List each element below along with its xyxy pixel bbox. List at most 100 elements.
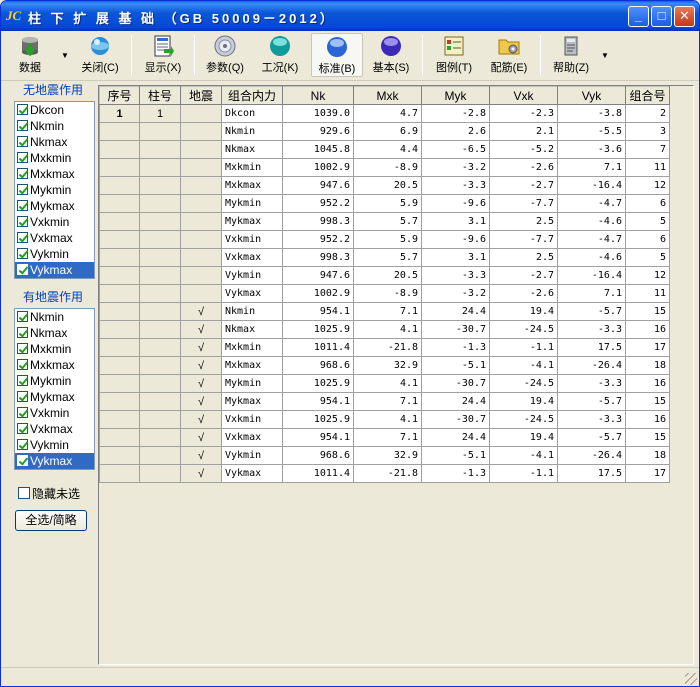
table-row[interactable]: Mykmin 952.2 5.9 -9.6 -7.7 -4.7 6 [99, 194, 670, 213]
non-seismic-item-vykmin[interactable]: Vykmin [15, 246, 94, 262]
table-row[interactable]: √ Vxkmin 1025.9 4.1 -30.7 -24.5 -3.3 16 [99, 410, 670, 429]
hide-unselected-box[interactable] [18, 487, 30, 499]
seismic-item-mxkmax[interactable]: Mxkmax [15, 357, 94, 373]
table-row[interactable]: √ Nkmin 954.1 7.1 24.4 19.4 -5.7 15 [99, 302, 670, 321]
resize-grip-icon[interactable] [685, 673, 697, 685]
table-row[interactable]: √ Nkmax 1025.9 4.1 -30.7 -24.5 -3.3 16 [99, 320, 670, 339]
checkbox-check-icon[interactable] [17, 439, 28, 450]
non-seismic-item-nkmax[interactable]: Nkmax [15, 134, 94, 150]
checkbox-check-icon[interactable] [17, 120, 28, 131]
table-row[interactable]: √ Mykmin 1025.9 4.1 -30.7 -24.5 -3.3 16 [99, 374, 670, 393]
maximize-button[interactable]: □ [651, 6, 672, 27]
non-seismic-item-vxkmax[interactable]: Vxkmax [15, 230, 94, 246]
table-row[interactable]: Vxkmin 952.2 5.9 -9.6 -7.7 -4.7 6 [99, 230, 670, 249]
table-row[interactable]: Vykmax 1002.9 -8.9 -3.2 -2.6 7.1 11 [99, 284, 670, 303]
workcase-button[interactable]: 工况(K) [255, 33, 305, 77]
checkbox-check-icon[interactable] [17, 359, 28, 370]
table-cell: √ [180, 428, 222, 447]
column-header-2[interactable]: 地震 [180, 86, 222, 105]
checkbox-check-icon[interactable] [17, 200, 28, 211]
seismic-item-mykmax[interactable]: Mykmax [15, 389, 94, 405]
non-seismic-item-mxkmax[interactable]: Mxkmax [15, 166, 94, 182]
column-header-4[interactable]: Nk [282, 86, 354, 105]
table-row[interactable]: Mykmax 998.3 5.7 3.1 2.5 -4.6 5 [99, 212, 670, 231]
checkbox-check-icon[interactable] [17, 248, 28, 259]
non-seismic-item-mykmin[interactable]: Mykmin [15, 182, 94, 198]
minimize-button[interactable]: _ [628, 6, 649, 27]
hide-unselected-checkbox[interactable]: 隐藏未选 [18, 485, 80, 502]
checkbox-check-icon[interactable] [17, 327, 28, 338]
help-dropdown-arrow-icon[interactable]: ▼ [601, 51, 609, 60]
seismic-item-nkmin[interactable]: Nkmin [15, 309, 94, 325]
seismic-item-mykmin[interactable]: Mykmin [15, 373, 94, 389]
table-row[interactable]: √ Mykmax 954.1 7.1 24.4 19.4 -5.7 15 [99, 392, 670, 411]
checkbox-check-icon[interactable] [17, 423, 28, 434]
checkbox-check-icon[interactable] [17, 455, 28, 466]
table-row[interactable]: Nkmax 1045.8 4.4 -6.5 -5.2 -3.6 7 [99, 140, 670, 159]
checkbox-check-icon[interactable] [17, 375, 28, 386]
table-row[interactable]: √ Mxkmax 968.6 32.9 -5.1 -4.1 -26.4 18 [99, 356, 670, 375]
data-dropdown-arrow-icon[interactable]: ▼ [61, 51, 69, 60]
table-row[interactable]: √ Vykmax 1011.4 -21.8 -1.3 -1.1 17.5 17 [99, 464, 670, 483]
table-row[interactable]: √ Vykmin 968.6 32.9 -5.1 -4.1 -26.4 18 [99, 446, 670, 465]
table-row[interactable]: Vxkmax 998.3 5.7 3.1 2.5 -4.6 5 [99, 248, 670, 267]
table-row[interactable]: Mxkmax 947.6 20.5 -3.3 -2.7 -16.4 12 [99, 176, 670, 195]
column-header-6[interactable]: Myk [421, 86, 490, 105]
column-header-7[interactable]: Vxk [489, 86, 558, 105]
close-button[interactable]: 关闭(C) [75, 33, 125, 77]
table-row[interactable]: Nkmin 929.6 6.9 2.6 2.1 -5.5 3 [99, 122, 670, 141]
title-bar[interactable]: JC 柱 下 扩 展 基 础 （GB 50009－2012） _ □ ✕ [1, 1, 699, 31]
display-button[interactable]: 显示(X) [139, 33, 187, 77]
checkbox-check-icon[interactable] [17, 343, 28, 354]
table-row[interactable]: Vykmin 947.6 20.5 -3.3 -2.7 -16.4 12 [99, 266, 670, 285]
results-grid[interactable]: 序号 柱号 地震 组合内力 Nk Mxk Myk Vxk Vyk 组合号 1 1 Dkcon 1039.… [98, 85, 694, 665]
seismic-item-vykmin[interactable]: Vykmin [15, 437, 94, 453]
column-header-9[interactable]: 组合号 [625, 86, 670, 105]
seismic-listbox[interactable]: Nkmin Nkmax Mxkmin Mxkmax Mykmin Mykmax Vxkmin… [14, 308, 95, 470]
checkbox-check-icon[interactable] [17, 136, 28, 147]
checkbox-check-icon[interactable] [17, 168, 28, 179]
close-window-button[interactable]: ✕ [674, 6, 695, 27]
params-button[interactable]: 参数(Q) [201, 33, 249, 77]
checkbox-check-icon[interactable] [17, 104, 28, 115]
non-seismic-item-nkmin[interactable]: Nkmin [15, 118, 94, 134]
basic-button[interactable]: 基本(S) [367, 33, 415, 77]
checkbox-check-icon[interactable] [17, 184, 28, 195]
table-row[interactable]: √ Vxkmax 954.1 7.1 24.4 19.4 -5.7 15 [99, 428, 670, 447]
non-seismic-item-dkcon[interactable]: Dkcon [15, 102, 94, 118]
non-seismic-listbox[interactable]: Dkcon Nkmin Nkmax Mxkmin Mxkmax Mykmin Mykmax V… [14, 101, 95, 279]
data-label: 数据 [19, 62, 41, 74]
column-header-3[interactable]: 组合内力 [221, 86, 283, 105]
checkbox-check-icon[interactable] [17, 152, 28, 163]
column-header-1[interactable]: 柱号 [139, 86, 181, 105]
help-button[interactable]: 帮助(Z) [547, 33, 595, 77]
checkbox-check-icon[interactable] [17, 391, 28, 402]
legend-button[interactable]: 图例(T) [429, 33, 479, 77]
table-cell [139, 464, 181, 483]
seismic-item-vxkmax[interactable]: Vxkmax [15, 421, 94, 437]
column-header-0[interactable]: 序号 [99, 86, 140, 105]
seismic-item-vxkmin[interactable]: Vxkmin [15, 405, 94, 421]
column-header-8[interactable]: Vyk [557, 86, 626, 105]
column-header-5[interactable]: Mxk [353, 86, 422, 105]
checkbox-check-icon[interactable] [17, 216, 28, 227]
standard-button[interactable]: 标准(B) [311, 33, 363, 77]
rebar-button[interactable]: 配筋(E) [485, 33, 533, 77]
seismic-item-label: Vykmin [30, 438, 69, 452]
data-button[interactable]: 数据 [7, 33, 53, 77]
checkbox-check-icon[interactable] [17, 232, 28, 243]
checkbox-check-icon[interactable] [17, 264, 28, 275]
non-seismic-item-mxkmin[interactable]: Mxkmin [15, 150, 94, 166]
non-seismic-item-vxkmin[interactable]: Vxkmin [15, 214, 94, 230]
checkbox-check-icon[interactable] [17, 311, 28, 322]
seismic-item-vykmax[interactable]: Vykmax [15, 453, 94, 469]
table-row[interactable]: √ Mxkmin 1011.4 -21.8 -1.3 -1.1 17.5 17 [99, 338, 670, 357]
checkbox-check-icon[interactable] [17, 407, 28, 418]
non-seismic-item-vykmax[interactable]: Vykmax [15, 262, 94, 278]
seismic-item-mxkmin[interactable]: Mxkmin [15, 341, 94, 357]
table-row[interactable]: Mxkmin 1002.9 -8.9 -3.2 -2.6 7.1 11 [99, 158, 670, 177]
seismic-item-nkmax[interactable]: Nkmax [15, 325, 94, 341]
non-seismic-item-mykmax[interactable]: Mykmax [15, 198, 94, 214]
table-row[interactable]: 1 1 Dkcon 1039.0 4.7 -2.8 -2.3 -3.8 2 [99, 104, 670, 123]
select-all-button[interactable]: 全选/简略 [15, 510, 87, 531]
